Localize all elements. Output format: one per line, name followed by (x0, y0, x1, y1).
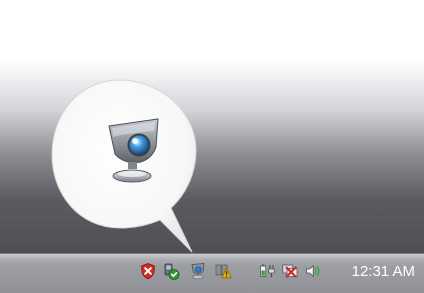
network-disconnected-icon[interactable] (281, 262, 299, 280)
warning-icon[interactable] (214, 262, 232, 280)
power-icon[interactable] (258, 262, 276, 280)
taskbar: 12:31 AM (0, 253, 424, 293)
security-alert-icon[interactable] (139, 262, 157, 280)
notification-callout (51, 79, 197, 253)
volume-icon[interactable] (304, 262, 322, 280)
system-clock[interactable]: 12:31 AM (352, 262, 415, 282)
network-check-icon[interactable] (162, 262, 180, 280)
screenshot-stage: 12:31 AM (0, 0, 424, 293)
webcam-tray-icon[interactable] (189, 262, 207, 280)
callout-bubble (51, 79, 197, 253)
